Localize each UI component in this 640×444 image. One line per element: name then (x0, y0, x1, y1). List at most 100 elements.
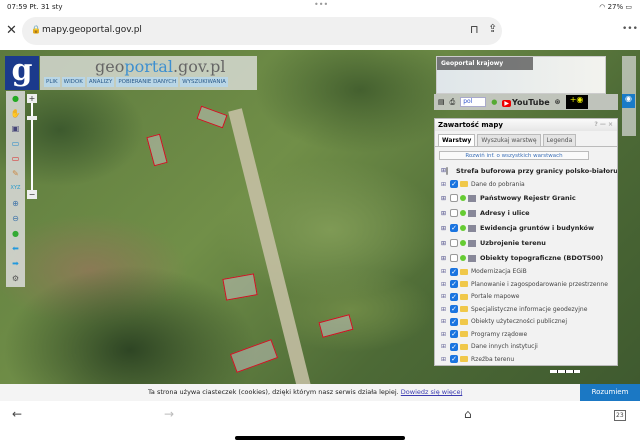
layer-checkbox[interactable] (450, 209, 458, 217)
layer-checkbox[interactable]: ✓ (450, 292, 458, 301)
zoom-slider[interactable]: + − (27, 94, 37, 200)
layers-icon[interactable]: ▣ (6, 121, 25, 136)
close-icon[interactable]: ✕ (6, 23, 17, 38)
expand-icon[interactable]: ⊞ (441, 318, 450, 325)
back-arrow-icon[interactable]: ⬅ (6, 241, 25, 256)
expand-icon[interactable]: ⊞ (441, 240, 450, 247)
layer-row[interactable]: ⊞ Państwowy Rejestr Granic (435, 191, 617, 206)
expand-icon[interactable]: ⊞ (441, 225, 450, 232)
layer-row[interactable]: ⊞ ✓ Planowanie i zagospodarowanie przestrz… (435, 278, 617, 291)
overview-minimap[interactable]: Geoportal krajowy (436, 56, 606, 94)
document-icon[interactable]: ▤ (438, 98, 445, 106)
layer-row[interactable]: ⊞ Adresy i ulice (435, 206, 617, 221)
expand-all-button[interactable]: Rozwiń inf. o wszystkich warstwach (439, 151, 589, 160)
layer-row[interactable]: ⊞ ✓ Specjalistyczne informacje geodezyjne (435, 303, 617, 316)
layer-checkbox[interactable]: ✓ (450, 317, 458, 326)
layer-label: Ewidencja gruntów i budynków (480, 224, 594, 232)
layer-row[interactable]: ⊞ ✓ Obiekty użyteczności publicznej (435, 316, 617, 329)
help-icon[interactable]: ● (491, 98, 497, 106)
print-icon[interactable]: ⎙ (450, 98, 456, 107)
expand-icon[interactable]: ⊞ (441, 331, 450, 338)
menu-wyszukiwania[interactable]: WYSZUKIWANIA (180, 77, 228, 87)
layer-row[interactable]: ⊞ Obiekty topograficzne (BDOT500) (435, 251, 617, 266)
contrast-eye-icon[interactable]: +◉ (565, 95, 588, 109)
zoom-plus-button[interactable]: + (27, 94, 37, 103)
expand-icon[interactable]: ⊞ (441, 306, 450, 313)
more-icon[interactable]: ••• (622, 24, 638, 34)
layer-checkbox[interactable] (446, 166, 449, 175)
expand-icon[interactable]: ⊞ (441, 195, 450, 202)
youtube-link[interactable]: ▶ YouTube (502, 98, 550, 107)
url-text[interactable]: mapy.geoportal.gov.pl (42, 25, 142, 35)
language-select[interactable]: pol (460, 97, 487, 107)
menu-analizy[interactable]: ANALIZY (86, 77, 115, 87)
layer-checkbox[interactable]: ✓ (450, 342, 458, 351)
tab-wyszukaj-warstwe[interactable]: Wyszukaj warstwę (477, 134, 541, 146)
layer-row[interactable]: ⊞ ✓ Dane innych instytucji (435, 341, 617, 354)
layer-row[interactable]: ⊞ ✓ Ewidencja gruntów i budynków (435, 221, 617, 236)
expand-icon[interactable]: ⊞ (441, 343, 450, 350)
layer-checkbox[interactable] (450, 254, 458, 262)
multitask-dots[interactable]: ••• (314, 0, 328, 9)
select-blue-icon[interactable]: ▭ (6, 136, 25, 151)
layer-row[interactable]: ⊞ Uzbrojenie terenu (435, 236, 617, 251)
zoom-out-icon[interactable]: ⊖ (6, 211, 25, 226)
globe-icon[interactable]: ● (6, 226, 25, 241)
expand-icon[interactable]: ⊞ (441, 281, 450, 288)
back-icon[interactable]: ← (12, 407, 22, 421)
expand-icon[interactable]: ⊞ (441, 293, 450, 300)
tabs-button[interactable]: 23 (614, 410, 626, 421)
layer-checkbox[interactable]: ✓ (450, 267, 458, 276)
layer-label: Obiekty topograficzne (BDOT500) (480, 254, 604, 262)
layer-row[interactable]: ⊞ ✓ Programy rządowe (435, 328, 617, 341)
zoom-in-icon[interactable]: ⊕ (6, 196, 25, 211)
layer-checkbox[interactable]: ✓ (450, 224, 458, 232)
pencil-icon[interactable]: ✎ (6, 166, 25, 181)
cookie-accept-button[interactable]: Rozumiem (580, 384, 640, 401)
bookmark-icon[interactable]: ⊓ (470, 23, 479, 36)
layer-row[interactable]: ⊞ Strefa buforowa przy granicy polsko-bia… (435, 163, 617, 178)
layer-checkbox[interactable] (450, 194, 458, 202)
measure-icon[interactable]: XYZ (6, 181, 25, 196)
zoom-handle[interactable] (27, 116, 37, 120)
menu-pobieranie-danych[interactable]: POBIERANIE DANYCH (116, 77, 179, 87)
layer-checkbox[interactable]: ✓ (450, 330, 458, 339)
layer-row[interactable]: ⊞ ✓ Dane do pobrania (435, 178, 617, 191)
expand-icon[interactable]: ⊞ (441, 210, 450, 217)
cookie-text: Ta strona używa ciasteczek (cookies), dz… (148, 388, 399, 396)
expand-icon[interactable]: ⊞ (441, 255, 450, 262)
tab-warstwy[interactable]: Warstwy (438, 134, 476, 146)
tab-legenda[interactable]: Legenda (542, 134, 577, 146)
forward-arrow-icon[interactable]: ➡ (6, 256, 25, 271)
share-icon[interactable]: ⇪ (488, 22, 497, 35)
forward-icon[interactable]: → (164, 407, 174, 421)
view-eye-icon[interactable]: ◉ (622, 94, 635, 108)
layer-row[interactable]: ⊞ ✓ Modernizacja EGiB (435, 266, 617, 279)
layer-checkbox[interactable]: ✓ (450, 355, 458, 364)
settings-icon[interactable]: ⚙ (6, 271, 25, 286)
info-icon[interactable]: ● (6, 91, 25, 106)
address-bar[interactable]: 🔒 mapy.geoportal.gov.pl ⊓ ⇪ (22, 17, 502, 45)
select-red-icon[interactable]: ▭ (6, 151, 25, 166)
layer-checkbox[interactable] (450, 239, 458, 247)
cookie-learn-more-link[interactable]: Dowiedz się więcej (401, 388, 462, 396)
expand-icon[interactable]: ⊞ (441, 356, 450, 363)
menu-widok[interactable]: WIDOK (61, 77, 85, 87)
panel-window-controls[interactable]: ? — × (594, 121, 613, 128)
accessibility-icon[interactable]: ⊛ (555, 98, 561, 106)
layer-row[interactable]: ⊞ ✓ Portale mapowe (435, 291, 617, 304)
pan-hand-icon[interactable]: ✋ (6, 106, 25, 121)
expand-icon[interactable]: ⊞ (441, 181, 450, 188)
home-icon[interactable]: ⌂ (464, 407, 472, 421)
map-canvas[interactable]: g geoportal.gov.pl PLIK WIDOK ANALIZY PO… (0, 50, 640, 384)
expand-icon[interactable]: ⊞ (441, 268, 450, 275)
panel-header[interactable]: Zawartość mapy ? — × (435, 119, 617, 131)
layer-row[interactable]: ⊞ ✓ Rzeźba terenu (435, 353, 617, 366)
layer-checkbox[interactable]: ✓ (450, 180, 458, 189)
zoom-minus-button[interactable]: − (27, 190, 37, 199)
layer-checkbox[interactable]: ✓ (450, 305, 458, 314)
layer-checkbox[interactable]: ✓ (450, 280, 458, 289)
geoportal-logo[interactable]: g (5, 56, 39, 90)
map-building (196, 105, 228, 129)
menu-plik[interactable]: PLIK (44, 77, 60, 87)
